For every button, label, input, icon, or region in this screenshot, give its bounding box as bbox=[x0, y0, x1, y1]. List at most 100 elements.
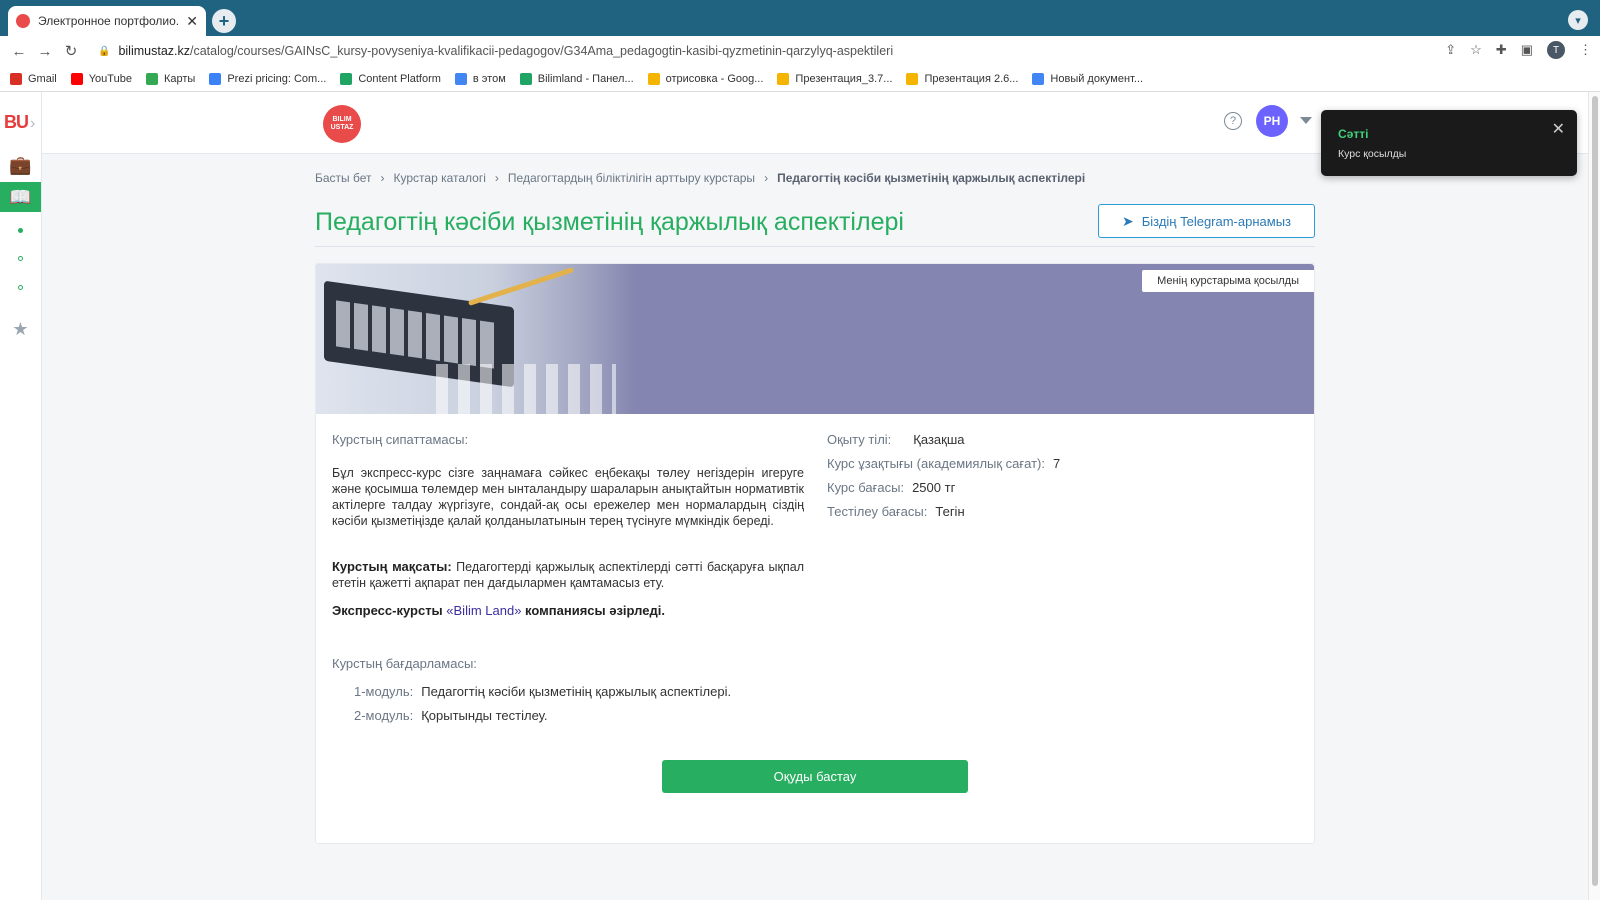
info-language: Оқыту тілі: Қазақша bbox=[827, 432, 965, 447]
bookmark-star-icon[interactable]: ☆ bbox=[1470, 42, 1482, 58]
course-goal: Курстың мақсаты: Педагогтерді қаржылық а… bbox=[332, 559, 804, 591]
info-label: Тестілеу бағасы: bbox=[827, 504, 928, 519]
logo-text-line1: BILIM bbox=[332, 116, 352, 123]
sidebar-subitem-dot[interactable] bbox=[18, 285, 23, 290]
toast-title: Сәтті bbox=[1338, 127, 1369, 141]
bookmarks-bar: Gmail YouTube Карты Prezi pricing: Com... Co… bbox=[0, 66, 1600, 92]
site-favicon-icon bbox=[16, 14, 30, 28]
browser-profile-avatar[interactable]: T bbox=[1547, 41, 1565, 59]
description-label: Курстың сипаттамасы: bbox=[332, 432, 469, 447]
pen-shape bbox=[467, 267, 575, 306]
breadcrumb-home[interactable]: Басты бет bbox=[315, 171, 372, 185]
browser-menu-icon[interactable]: ⋮ bbox=[1579, 42, 1592, 58]
share-icon[interactable]: ⇪ bbox=[1445, 42, 1456, 58]
tab-close-icon[interactable]: ✕ bbox=[186, 13, 198, 30]
info-label: Оқыту тілі: bbox=[827, 432, 892, 447]
user-menu-caret-icon[interactable] bbox=[1300, 117, 1312, 124]
bookmark-item[interactable]: Prezi pricing: Com... bbox=[209, 72, 327, 85]
bookmark-item[interactable]: Презентация_3.7... bbox=[777, 72, 892, 85]
star-icon[interactable]: ★ bbox=[0, 314, 41, 344]
address-bar: ← → ↻ 🔒 bilimustaz.kz /catalog/courses/G… bbox=[0, 36, 1600, 66]
info-price: Курс бағасы: 2500 тг bbox=[827, 480, 955, 495]
url-path: /catalog/courses/GAINsC_kursy-povyseniya… bbox=[190, 44, 894, 58]
bookmark-item[interactable]: Content Platform bbox=[340, 72, 441, 85]
browser-tab[interactable]: Электронное портфолио. Пол ✕ bbox=[8, 6, 206, 36]
bookmark-favicon-icon bbox=[519, 72, 532, 85]
bookmark-label: отрисовка - Goog... bbox=[665, 72, 764, 85]
title-divider bbox=[315, 246, 1315, 247]
info-value: 7 bbox=[1053, 456, 1061, 471]
url-host: bilimustaz.kz bbox=[118, 44, 190, 58]
bilim-ustaz-logo[interactable]: BILIM USTAZ bbox=[323, 105, 361, 143]
sidebar-subitem-dot[interactable] bbox=[18, 228, 23, 233]
bilim-land-link[interactable]: «Bilim Land» bbox=[446, 603, 521, 618]
bookmark-item[interactable]: Карты bbox=[145, 72, 195, 85]
breadcrumb: Басты бет › Курстар каталогі › Педагогта… bbox=[315, 171, 1085, 185]
breadcrumb-category[interactable]: Педагогтардың біліктілігін арттыру курст… bbox=[508, 171, 755, 185]
bookmark-item[interactable]: в этом bbox=[454, 72, 506, 85]
bars-shape bbox=[436, 364, 616, 414]
new-tab-button[interactable]: + bbox=[212, 9, 236, 33]
breadcrumb-chevron-icon: › bbox=[494, 171, 499, 185]
bookmark-favicon-icon bbox=[906, 72, 919, 85]
bookmark-label: в этом bbox=[472, 72, 506, 85]
bookmark-item[interactable]: Презентация 2.6... bbox=[906, 72, 1019, 85]
module-number: 2-модуль: bbox=[354, 708, 414, 723]
sidebar-subitem-dot[interactable] bbox=[18, 256, 23, 261]
added-to-my-courses-badge: Менің курстарыма қосылды bbox=[1142, 270, 1314, 292]
course-banner: Менің курстарыма қосылды bbox=[316, 264, 1314, 414]
bookmark-favicon-icon bbox=[1032, 72, 1045, 85]
bookmark-favicon-icon bbox=[647, 72, 660, 85]
scrollbar-thumb[interactable] bbox=[1592, 96, 1598, 886]
info-label: Курс ұзақтығы (академиялық сағат): bbox=[827, 456, 1045, 471]
app-sidebar: BU › 💼 📖 ★ bbox=[0, 92, 42, 900]
bookmark-item[interactable]: Bilimland - Панел... bbox=[519, 72, 634, 85]
sidebar-logo-text: BU bbox=[4, 112, 29, 132]
made-by-suffix: компаниясы әзірледі. bbox=[521, 603, 665, 618]
telegram-channel-button[interactable]: ➤ Біздің Telegram-арнамыз bbox=[1098, 204, 1315, 238]
book-icon[interactable]: 📖 bbox=[0, 182, 41, 212]
start-learning-button[interactable]: Оқуды бастау bbox=[662, 760, 968, 793]
module-number: 1-модуль: bbox=[354, 684, 414, 699]
bookmark-label: Bilimland - Панел... bbox=[537, 72, 634, 85]
url-field[interactable]: 🔒 bilimustaz.kz /catalog/courses/GAINsC_… bbox=[98, 44, 893, 58]
bookmark-item[interactable]: YouTube bbox=[70, 72, 132, 85]
reload-icon[interactable]: ↻ bbox=[58, 42, 84, 60]
forward-arrow-icon[interactable]: → bbox=[32, 43, 58, 60]
sidebar-expand-chevron-icon[interactable]: › bbox=[30, 115, 35, 132]
bookmark-item[interactable]: отрисовка - Goog... bbox=[647, 72, 764, 85]
extensions-puzzle-icon[interactable]: ✚ bbox=[1496, 42, 1507, 58]
telegram-button-label: Біздің Telegram-арнамыз bbox=[1141, 213, 1291, 229]
page-scrollbar[interactable] bbox=[1588, 92, 1600, 900]
breadcrumb-catalog[interactable]: Курстар каталогі bbox=[394, 171, 486, 185]
user-avatar[interactable]: PH bbox=[1256, 105, 1288, 137]
bookmark-favicon-icon bbox=[209, 72, 222, 85]
info-value: Тегін bbox=[935, 504, 965, 519]
sidebar-logo[interactable]: BU › bbox=[4, 112, 35, 133]
module-item: 1-модуль: Педагогтің кәсіби қызметінің қа… bbox=[354, 684, 731, 699]
description-text: Бұл экспресс-курс сізге заңнамаға сәйкес… bbox=[332, 466, 804, 528]
bookmark-favicon-icon bbox=[10, 72, 22, 85]
bookmark-favicon-icon bbox=[70, 72, 83, 85]
bookmark-item[interactable]: Новый документ... bbox=[1032, 72, 1144, 85]
tab-search-chevron-icon[interactable]: ▾ bbox=[1568, 10, 1588, 30]
bookmark-item[interactable]: Gmail bbox=[10, 72, 57, 85]
help-icon[interactable]: ? bbox=[1224, 112, 1242, 130]
goal-label: Курстың мақсаты: bbox=[332, 559, 452, 574]
bookmark-label: Content Platform bbox=[358, 72, 441, 85]
info-duration: Курс ұзақтығы (академиялық сағат): 7 bbox=[827, 456, 1060, 471]
bookmark-label: Prezi pricing: Com... bbox=[227, 72, 327, 85]
bookmark-label: Новый документ... bbox=[1050, 72, 1144, 85]
browser-tab-bar: Электронное портфолио. Пол ✕ + ▾ bbox=[0, 0, 1600, 36]
close-icon[interactable]: ✕ bbox=[1552, 119, 1565, 139]
module-title: Қорытынды тестілеу. bbox=[421, 708, 548, 723]
calculator-photo bbox=[316, 264, 636, 414]
back-arrow-icon[interactable]: ← bbox=[6, 43, 32, 60]
module-title: Педагогтің кәсіби қызметінің қаржылық ас… bbox=[421, 684, 732, 699]
module-item: 2-модуль: Қорытынды тестілеу. bbox=[354, 708, 547, 723]
info-label: Курс бағасы: bbox=[827, 480, 905, 495]
bookmark-label: Презентация 2.6... bbox=[924, 72, 1019, 85]
info-value: 2500 тг bbox=[912, 480, 956, 495]
briefcase-icon[interactable]: 💼 bbox=[0, 150, 41, 180]
side-panel-icon[interactable]: ▣ bbox=[1521, 42, 1533, 58]
